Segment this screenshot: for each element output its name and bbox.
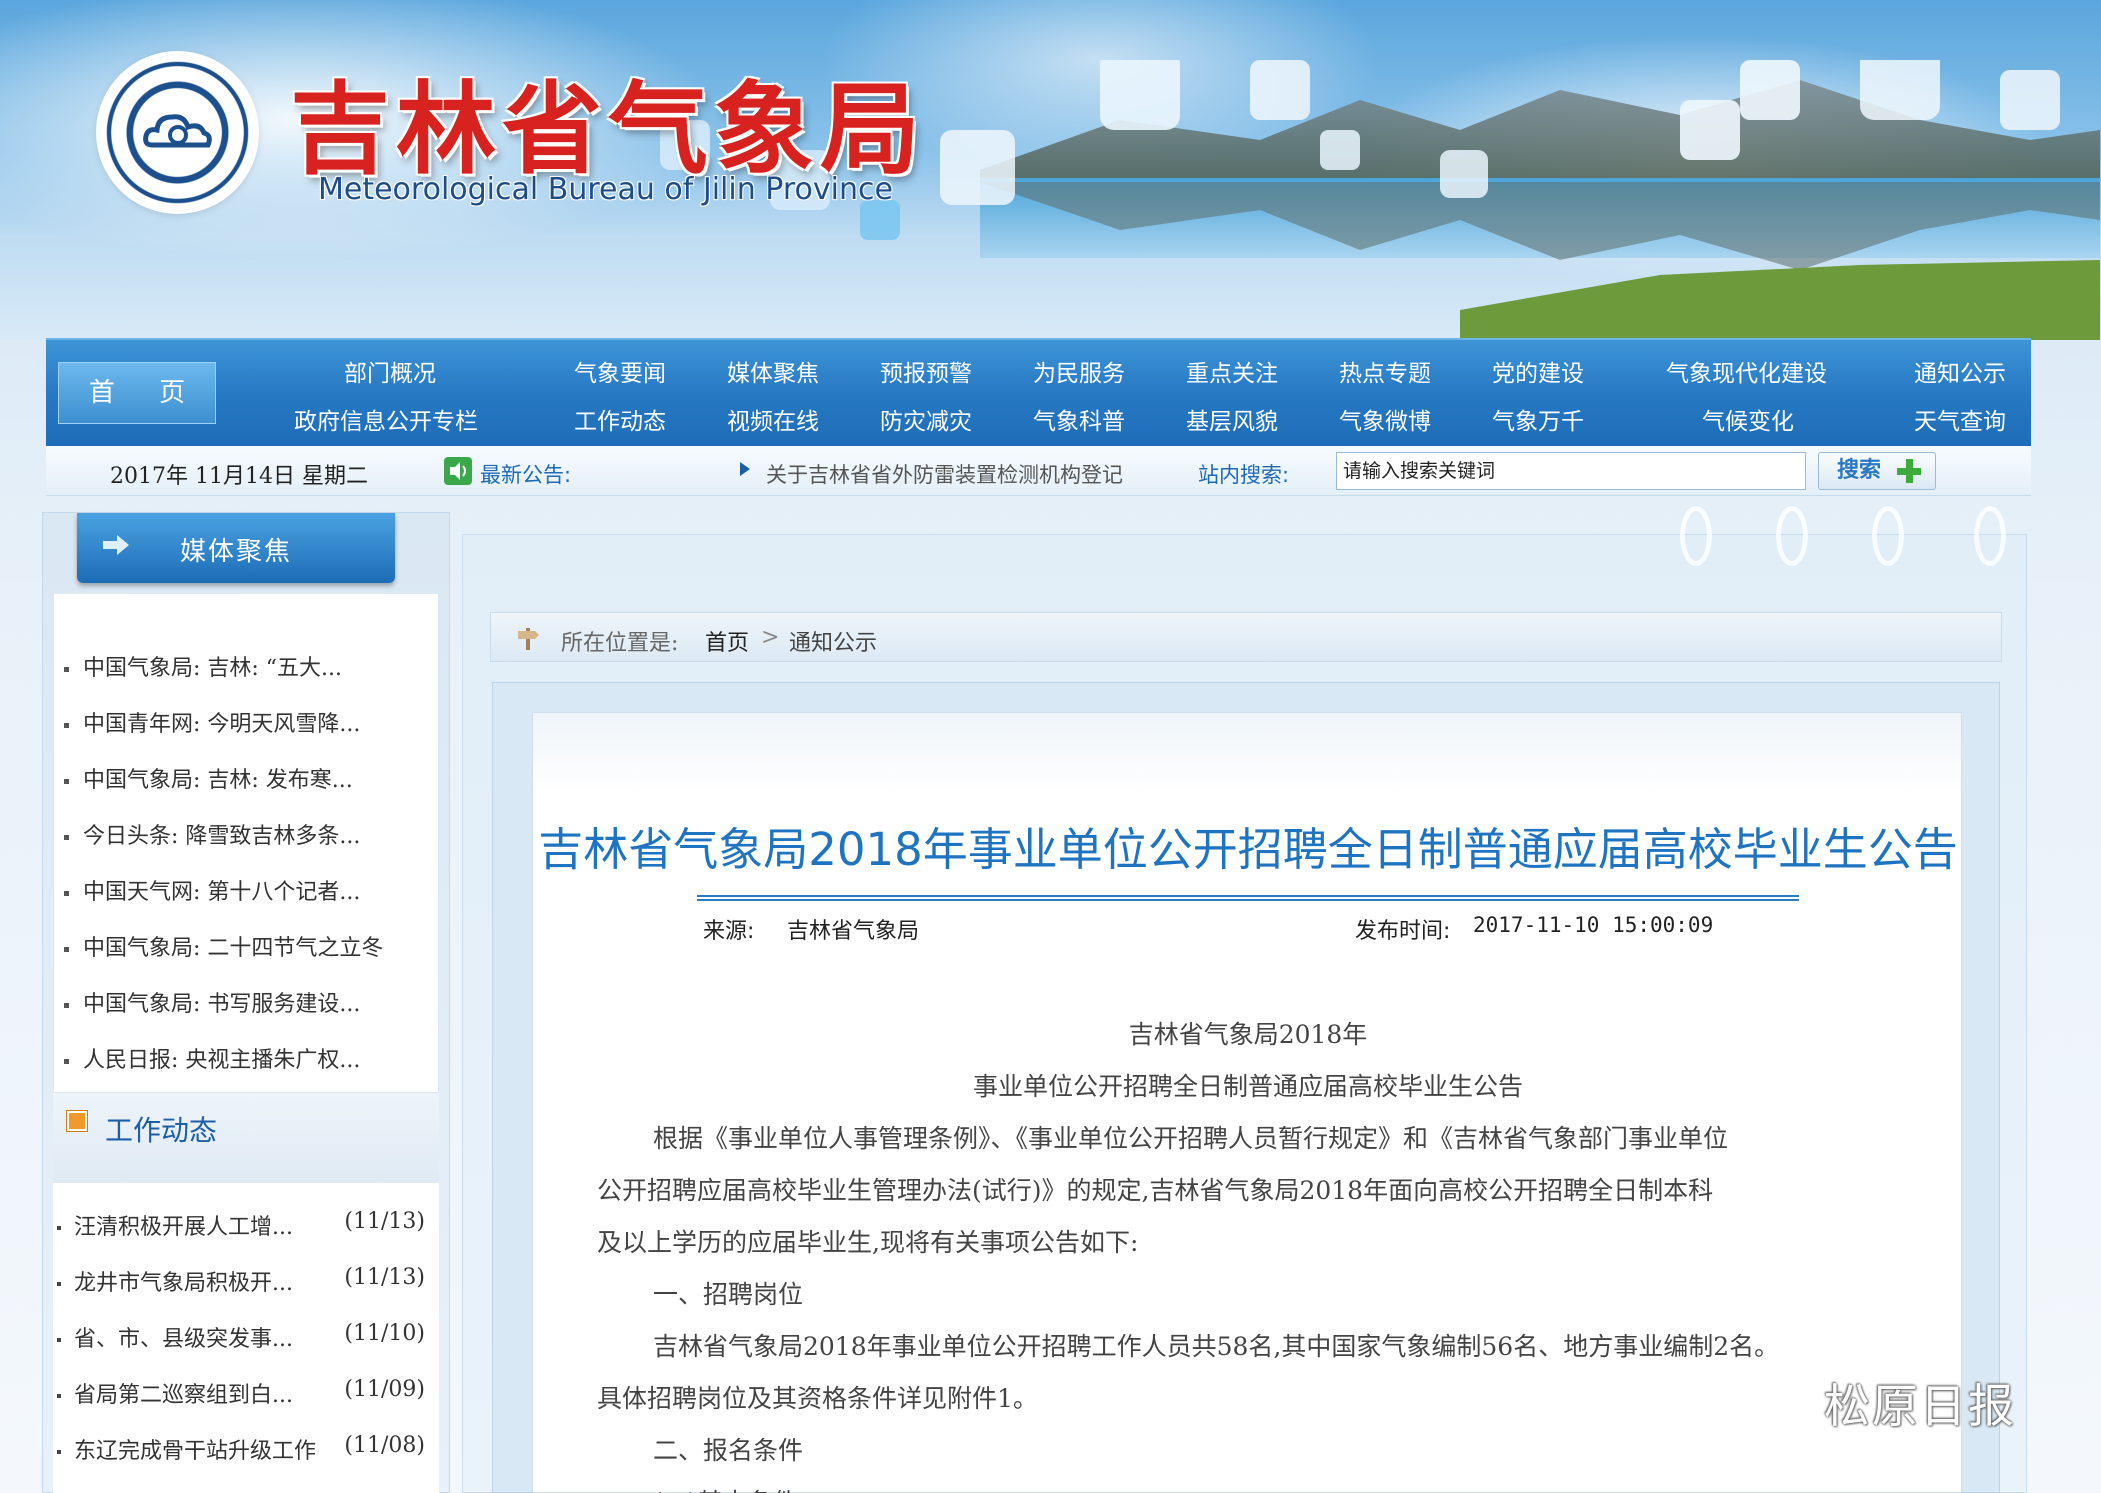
list-item-title: 东辽完成骨干站升级工作	[74, 1439, 317, 1464]
plus-icon	[1897, 459, 1921, 483]
list-item[interactable]: 龙井市气象局积极开... (11/13)	[57, 1265, 435, 1297]
nav-item[interactable]: 热点专题	[1339, 354, 1431, 388]
header-banner: 吉林省气象局 Meteorological Bureau of Jilin Pr…	[0, 0, 2101, 340]
breadcrumb-separator: >	[761, 625, 780, 650]
cma-logo	[100, 55, 255, 210]
list-item-date: (11/13)	[344, 1265, 425, 1290]
nav-item[interactable]: 防灾减灾	[880, 402, 972, 436]
nav-item[interactable]: 政府信息公开专栏	[294, 402, 478, 436]
watermark: 松原日报	[1730, 1370, 2030, 1433]
work-news-header: 工作动态	[53, 1093, 439, 1183]
list-item[interactable]: 中国天气网: 第十八个记者...	[64, 874, 360, 906]
decorative-swirl	[1776, 506, 1808, 566]
cloud-emblem-icon	[143, 114, 212, 148]
list-item[interactable]: 中国气象局: 吉林: “五大...	[64, 650, 342, 682]
notice-label: 最新公告:	[480, 463, 572, 487]
source-value: 吉林省气象局	[787, 919, 920, 944]
list-item[interactable]: 省、市、县级突发事... (11/10)	[57, 1321, 435, 1353]
list-item[interactable]: 今日头条: 降雪致吉林多条...	[64, 818, 360, 850]
list-item[interactable]: 汪清积极开展人工增... (11/13)	[57, 1209, 435, 1241]
list-item[interactable]: 中国气象局: 吉林: 发布寒...	[64, 762, 353, 794]
nav-item[interactable]: 媒体聚焦	[727, 354, 819, 388]
work-news-list: 汪清积极开展人工增... (11/13) 龙井市气象局积极开... (11/13…	[53, 1183, 439, 1493]
media-focus-tab[interactable]: 媒体聚焦	[77, 513, 395, 583]
publish-time-label: 发布时间:	[1355, 919, 1451, 944]
nav-item[interactable]: 部门概况	[344, 354, 436, 388]
article-paragraph: 公开招聘应届高校毕业生管理办法(试行)》的规定,吉林省气象局2018年面向高校公…	[597, 1176, 1714, 1205]
breadcrumb-label: 所在位置是:	[561, 631, 679, 656]
breadcrumb-current-link[interactable]: 通知公示	[789, 625, 877, 657]
article-title: 吉林省气象局2018年事业单位公开招聘全日制普通应届高校毕业生公告	[538, 823, 1958, 876]
search-button-label: 搜索	[1837, 458, 1882, 483]
nav-item[interactable]: 气象微博	[1339, 402, 1431, 436]
notice-ticker-link[interactable]: 关于吉林省省外防雷装置检测机构登记	[766, 459, 1206, 489]
list-item-title: 省局第二巡察组到白...	[74, 1383, 293, 1408]
article-heading: 事业单位公开招聘全日制普通应届高校毕业生公告	[972, 1072, 1523, 1101]
search-button[interactable]: 搜索	[1818, 452, 1936, 490]
nav-item[interactable]: 气候变化	[1702, 402, 1794, 436]
current-date: 2017年 11月14日 星期二	[110, 464, 368, 489]
article-section-heading: 一、招聘岗位	[653, 1280, 804, 1309]
site-subtitle: Meteorological Bureau of Jilin Province	[318, 172, 893, 207]
decorative-swirl	[1974, 506, 2006, 566]
list-item-title: 省、市、县级突发事...	[74, 1327, 293, 1352]
list-item[interactable]: 中国气象局: 书写服务建设...	[64, 986, 360, 1018]
nav-item[interactable]: 基层风貌	[1186, 402, 1278, 436]
media-focus-list: 中国气象局: 吉林: “五大... 中国青年网: 今明天风雪降... 中国气象局…	[53, 593, 439, 1093]
nav-item[interactable]: 为民服务	[1033, 354, 1125, 388]
list-item[interactable]: 省局第二巡察组到白... (11/09)	[57, 1377, 435, 1409]
info-bar: 2017年 11月14日 星期二 最新公告: 关于吉林省省外防雷装置检测机构登记…	[46, 446, 2031, 496]
wechat-icon	[1732, 1376, 1814, 1429]
speaker-icon	[444, 457, 472, 485]
news-icon	[67, 1111, 87, 1131]
nav-item[interactable]: 天气查询	[1914, 402, 2006, 436]
nav-item[interactable]: 工作动态	[574, 402, 666, 436]
left-sidebar: 媒体聚焦 中国气象局: 吉林: “五大... 中国青年网: 今明天风雪降... …	[42, 512, 450, 1493]
nav-item[interactable]: 通知公示	[1914, 354, 2006, 388]
watermark-text: 松原日报	[1824, 1379, 2016, 1433]
title-divider	[697, 895, 1799, 901]
nav-item[interactable]: 党的建设	[1492, 354, 1584, 388]
search-input[interactable]: 请输入搜索关键词	[1336, 452, 1806, 490]
nav-item[interactable]: 气象要闻	[574, 354, 666, 388]
list-item-date: (11/13)	[344, 1209, 425, 1234]
main-nav: 首 页 部门概况 气象要闻 媒体聚焦 预报预警 为民服务 重点关注 热点专题 党…	[46, 338, 2031, 446]
article-paragraph: 具体招聘岗位及其资格条件详见附件1。	[597, 1384, 1038, 1413]
nav-item[interactable]: 气象万千	[1492, 402, 1584, 436]
article-paragraph: 吉林省气象局2018年事业单位公开招聘工作人员共58名,其中国家气象编制56名、…	[653, 1332, 1780, 1361]
article-paragraph: 及以上学历的应届毕业生,现将有关事项公告如下:	[597, 1228, 1139, 1257]
nav-item[interactable]: 气象现代化建设	[1666, 354, 1827, 388]
nav-item[interactable]: 预报预警	[880, 354, 972, 388]
list-item[interactable]: 中国气象局: 二十四节气之立冬	[64, 930, 383, 962]
article-subsection-heading: (一)基本条件	[653, 1483, 798, 1493]
list-item[interactable]: 人民日报: 央视主播朱广权...	[64, 1042, 360, 1074]
list-item[interactable]: 东辽完成骨干站升级工作 (11/08)	[57, 1433, 435, 1465]
search-label: 站内搜索:	[1198, 463, 1290, 487]
list-item-date: (11/10)	[344, 1321, 425, 1346]
nav-item[interactable]: 视频在线	[727, 402, 819, 436]
signpost-icon	[518, 628, 539, 650]
list-item-title: 汪清积极开展人工增...	[74, 1215, 293, 1240]
article-heading: 吉林省气象局2018年	[1128, 1020, 1368, 1049]
list-item-date: (11/09)	[344, 1377, 425, 1402]
media-focus-title: 媒体聚焦	[179, 537, 292, 567]
breadcrumb: 所在位置是: 首页 > 通知公示	[490, 612, 2002, 662]
list-item-title: 龙井市气象局积极开...	[74, 1271, 293, 1296]
article-section-heading: 二、报名条件	[653, 1436, 804, 1465]
nav-item[interactable]: 重点关注	[1186, 354, 1278, 388]
nav-home[interactable]: 首 页	[58, 362, 216, 424]
article-paragraph: 根据《事业单位人事管理条例》、《事业单位公开招聘人员暂行规定》和《吉林省气象部门…	[653, 1124, 1729, 1153]
publish-time-value: 2017-11-10 15:00:09	[1473, 913, 1714, 937]
breadcrumb-home-link[interactable]: 首页	[705, 625, 749, 657]
search-input-value: 请输入搜索关键词	[1343, 460, 1496, 482]
triangle-right-icon	[740, 462, 750, 476]
list-item[interactable]: 中国青年网: 今明天风雪降...	[64, 706, 360, 738]
list-item-date: (11/08)	[344, 1433, 425, 1458]
decorative-swirl	[1680, 506, 1712, 566]
decorative-swirl	[1872, 506, 1904, 566]
work-news-title[interactable]: 工作动态	[105, 1109, 217, 1149]
source-label: 来源:	[703, 919, 755, 944]
nav-item[interactable]: 气象科普	[1033, 402, 1125, 436]
